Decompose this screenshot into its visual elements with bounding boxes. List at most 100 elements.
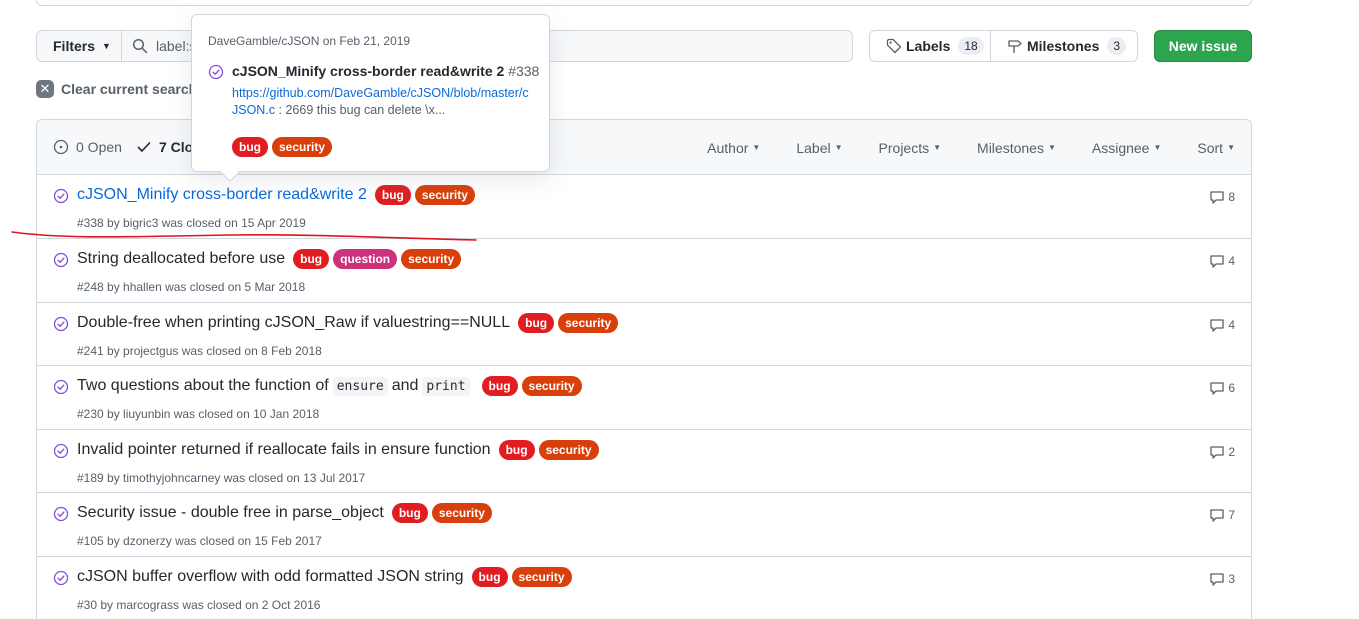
- hover-card-body-text: : 2669 this bug can delete \x...: [275, 103, 446, 117]
- milestones-filter[interactable]: Milestones ▼: [977, 140, 1056, 156]
- comments-link[interactable]: 4: [1209, 253, 1235, 269]
- comments-link[interactable]: 3: [1209, 571, 1235, 587]
- label-bug[interactable]: bug: [518, 312, 555, 333]
- issue-title-link[interactable]: Double-free when printing cJSON_Raw if v…: [77, 314, 510, 332]
- open-issues-tab[interactable]: 0 Open: [53, 139, 122, 155]
- issue-title-link[interactable]: cJSON buffer overflow with odd formatted…: [77, 568, 464, 586]
- chevron-down-icon: ▼: [933, 143, 942, 152]
- issue-title-link[interactable]: cJSON_Minify cross-border read&write 2: [77, 186, 367, 204]
- milestone-icon: [1008, 40, 1022, 53]
- open-count-label: 0 Open: [76, 139, 122, 155]
- label-bug[interactable]: bug: [374, 185, 411, 205]
- labels-count: 18: [958, 37, 984, 55]
- label-security[interactable]: security: [401, 249, 462, 269]
- comments-link[interactable]: 4: [1209, 317, 1235, 333]
- issue-closed-icon: [53, 252, 69, 268]
- issue-title-link[interactable]: Security issue - double free in parse_ob…: [77, 504, 384, 522]
- label-bug[interactable]: bug: [498, 439, 535, 460]
- red-underline-annotation: [11, 231, 477, 241]
- label-security[interactable]: security: [511, 566, 572, 587]
- code-print: print: [422, 377, 470, 396]
- issue-title-text: and: [391, 377, 419, 394]
- issue-row[interactable]: String deallocated before use bug questi…: [37, 239, 1251, 303]
- label-filter[interactable]: Label ▼: [796, 140, 842, 156]
- label-security[interactable]: security: [538, 439, 599, 460]
- comment-icon: [1210, 445, 1224, 459]
- issue-title-line: Double-free when printing cJSON_Raw if v…: [77, 312, 619, 333]
- issue-closed-icon: [53, 570, 69, 585]
- issue-title-line: cJSON buffer overflow with odd formatted…: [77, 566, 572, 587]
- sort-filter[interactable]: Sort ▼: [1197, 140, 1235, 156]
- label-bug[interactable]: bug: [232, 137, 268, 157]
- issue-row[interactable]: Security issue - double free in parse_ob…: [37, 493, 1251, 557]
- issue-closed-icon: [53, 379, 69, 395]
- comments-link[interactable]: 7: [1209, 507, 1235, 523]
- issue-title-link[interactable]: String deallocated before use: [77, 250, 285, 268]
- label-security[interactable]: security: [272, 137, 333, 157]
- comment-icon: [1210, 509, 1224, 522]
- issue-row[interactable]: Invalid pointer returned if reallocate f…: [37, 430, 1251, 493]
- author-filter[interactable]: Author ▼: [707, 140, 760, 156]
- comment-count: 6: [1228, 381, 1235, 395]
- issue-closed-icon: [53, 188, 69, 204]
- issue-title-line: cJSON_Minify cross-border read&write 2 b…: [77, 185, 475, 205]
- new-issue-button[interactable]: New issue: [1154, 30, 1252, 62]
- clear-search-label: Clear current search: [61, 81, 198, 97]
- label-security[interactable]: security: [431, 503, 492, 523]
- issue-title-link[interactable]: Two questions about the function of ensur…: [77, 377, 474, 396]
- issue-row[interactable]: Two questions about the function of ensur…: [37, 366, 1251, 430]
- comment-icon: [1210, 572, 1224, 586]
- label-security[interactable]: security: [414, 185, 475, 205]
- labels-button[interactable]: Labels 18: [870, 31, 991, 61]
- hover-card-title[interactable]: cJSON_Minify cross-border read&write 2 #…: [232, 63, 539, 79]
- code-ensure: ensure: [332, 377, 388, 396]
- label-bug[interactable]: bug: [471, 566, 508, 587]
- milestones-button[interactable]: Milestones 3: [991, 31, 1137, 61]
- issue-meta: #30 by marcograss was closed on 2 Oct 20…: [77, 597, 321, 612]
- assignee-filter[interactable]: Assignee ▼: [1092, 140, 1162, 156]
- comments-link[interactable]: 8: [1209, 189, 1235, 205]
- chevron-down-icon: ▼: [752, 143, 761, 152]
- comments-link[interactable]: 6: [1209, 380, 1235, 396]
- issue-row[interactable]: Double-free when printing cJSON_Raw if v…: [37, 303, 1251, 366]
- issue-title-text: Two questions about the function of: [77, 377, 329, 394]
- filters-button[interactable]: Filters ▼: [36, 30, 122, 62]
- hover-card-body: https://github.com/DaveGamble/cJSON/blob…: [232, 85, 532, 119]
- issue-row[interactable]: cJSON buffer overflow with odd formatted…: [37, 557, 1251, 619]
- comment-count: 2: [1228, 444, 1235, 459]
- author-filter-label: Author: [707, 139, 749, 156]
- hover-card-labels: bug security: [232, 137, 336, 157]
- projects-filter[interactable]: Projects ▼: [879, 140, 942, 156]
- hover-card-title-text: cJSON_Minify cross-border read&write 2: [232, 63, 505, 79]
- chevron-down-icon: ▼: [834, 143, 843, 152]
- issue-title-line: String deallocated before use bug questi…: [77, 249, 462, 269]
- labels-label: Labels: [906, 38, 951, 54]
- check-icon: [137, 142, 151, 152]
- header-filters: Author ▼ Label ▼ Projects ▼ Milestones ▼ Ass…: [671, 120, 1235, 175]
- issue-meta: #105 by dzonerzy was closed on 15 Feb 20…: [77, 534, 322, 548]
- top-panel-edge: [36, 0, 1252, 6]
- comment-icon: [1210, 191, 1224, 204]
- comment-count: 4: [1228, 254, 1235, 268]
- projects-filter-label: Projects: [878, 139, 930, 156]
- issue-opened-icon: [53, 139, 69, 155]
- issue-closed-icon: [53, 443, 69, 458]
- comment-icon: [1210, 318, 1224, 332]
- label-security[interactable]: security: [521, 376, 582, 396]
- label-bug[interactable]: bug: [391, 503, 428, 523]
- issue-title-link[interactable]: Invalid pointer returned if reallocate f…: [77, 441, 491, 459]
- label-bug[interactable]: bug: [481, 376, 518, 396]
- hover-card-repo-date[interactable]: DaveGamble/cJSON on Feb 21, 2019: [208, 34, 410, 48]
- issue-meta: #248 by hhallen was closed on 5 Mar 2018: [77, 280, 306, 294]
- close-icon: ✕: [36, 80, 54, 98]
- label-bug[interactable]: bug: [293, 249, 330, 269]
- clear-search-link[interactable]: ✕ Clear current search: [36, 80, 197, 98]
- label-security[interactable]: security: [558, 312, 619, 333]
- chevron-down-icon: ▼: [1047, 143, 1056, 152]
- issue-title-line: Two questions about the function of ensur…: [77, 376, 582, 396]
- issue-closed-icon: [208, 64, 224, 80]
- label-question[interactable]: question: [333, 249, 398, 269]
- milestones-filter-label: Milestones: [977, 139, 1044, 156]
- milestones-label: Milestones: [1027, 38, 1100, 54]
- comments-link[interactable]: 2: [1209, 444, 1235, 460]
